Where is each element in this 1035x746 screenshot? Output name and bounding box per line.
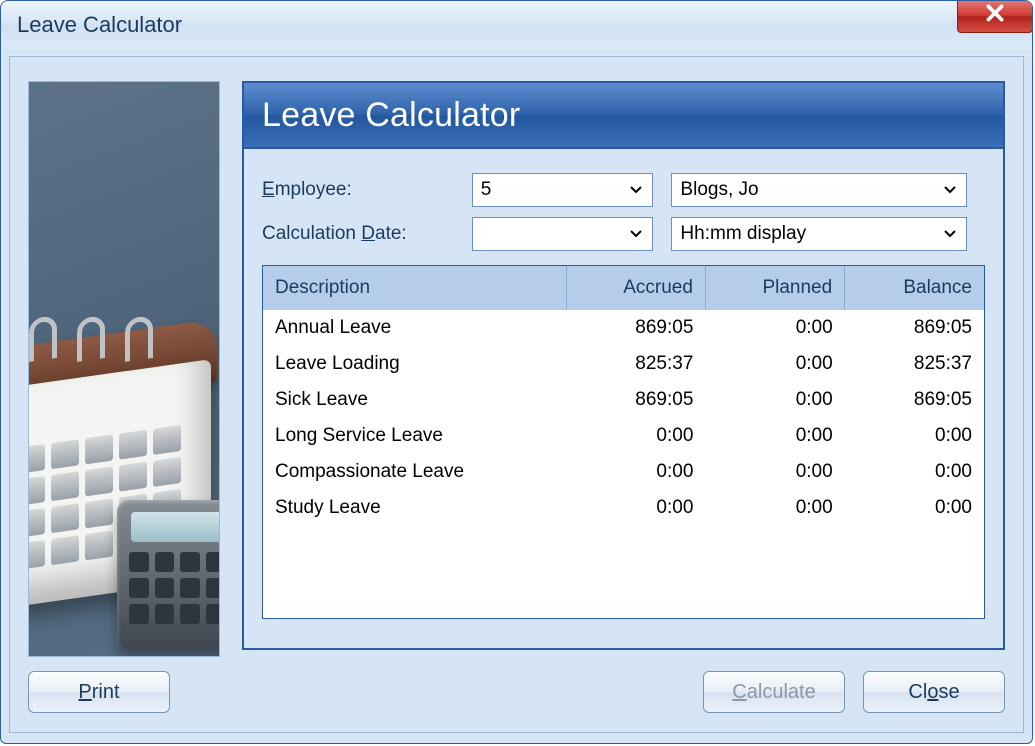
sidebar-illustration <box>28 81 220 657</box>
cell-planned: 0:00 <box>705 490 844 526</box>
cell-balance: 0:00 <box>845 454 984 490</box>
cell-planned: 0:00 <box>705 418 844 454</box>
cell-accrued: 825:37 <box>566 346 705 382</box>
cell-description: Long Service Leave <box>263 418 566 454</box>
cell-accrued: 869:05 <box>566 310 705 346</box>
display-mode-value: Hh:mm display <box>672 223 934 245</box>
table-row[interactable]: Sick Leave869:050:00869:05 <box>263 382 984 418</box>
cell-accrued: 0:00 <box>566 454 705 490</box>
cell-accrued: 869:05 <box>566 382 705 418</box>
cell-planned: 0:00 <box>705 454 844 490</box>
chevron-down-icon <box>934 174 966 206</box>
table-row[interactable]: Compassionate Leave0:000:000:00 <box>263 454 984 490</box>
cell-accrued: 0:00 <box>566 418 705 454</box>
table-row[interactable]: Study Leave0:000:000:00 <box>263 490 984 526</box>
col-balance[interactable]: Balance <box>845 266 984 310</box>
cell-description: Leave Loading <box>263 346 566 382</box>
window-close-button[interactable] <box>957 0 1033 33</box>
cell-planned: 0:00 <box>705 310 844 346</box>
calculator-icon <box>117 500 220 650</box>
cell-balance: 0:00 <box>845 418 984 454</box>
cell-description: Sick Leave <box>263 382 566 418</box>
chevron-down-icon <box>620 218 652 250</box>
panel-heading: Leave Calculator <box>244 83 1003 149</box>
cell-balance: 869:05 <box>845 310 984 346</box>
col-planned[interactable]: Planned <box>705 266 844 310</box>
print-button[interactable]: Print <box>28 671 170 713</box>
display-mode-combo[interactable]: Hh:mm display <box>671 217 967 251</box>
col-description[interactable]: Description <box>263 266 566 310</box>
row-employee: Employee: 5 Blogs, Jo <box>262 173 985 207</box>
window-title: Leave Calculator <box>17 12 182 38</box>
button-bar: Print Calculate Close <box>28 670 1005 714</box>
leave-table: Description Accrued Planned Balance Annu… <box>262 265 985 619</box>
table-row[interactable]: Annual Leave869:050:00869:05 <box>263 310 984 346</box>
calc-date-combo[interactable] <box>472 217 654 251</box>
employee-id-combo[interactable]: 5 <box>472 173 654 207</box>
close-icon <box>984 2 1006 30</box>
cell-balance: 825:37 <box>845 346 984 382</box>
panel-body: Employee: 5 Blogs, Jo <box>244 149 1003 637</box>
cell-balance: 0:00 <box>845 490 984 526</box>
window: Leave Calculator <box>0 0 1033 744</box>
employee-id-value: 5 <box>473 179 621 201</box>
cell-description: Study Leave <box>263 490 566 526</box>
table-row[interactable]: Leave Loading825:370:00825:37 <box>263 346 984 382</box>
col-accrued[interactable]: Accrued <box>566 266 705 310</box>
cell-accrued: 0:00 <box>566 490 705 526</box>
employee-name-combo[interactable]: Blogs, Jo <box>671 173 967 207</box>
close-button[interactable]: Close <box>863 671 1005 713</box>
titlebar[interactable]: Leave Calculator <box>1 1 1032 49</box>
chevron-down-icon <box>620 174 652 206</box>
cell-planned: 0:00 <box>705 382 844 418</box>
employee-name-value: Blogs, Jo <box>672 179 934 201</box>
calculate-button[interactable]: Calculate <box>703 671 845 713</box>
cell-description: Compassionate Leave <box>263 454 566 490</box>
row-calc-date: Calculation Date: Hh:mm display <box>262 217 985 251</box>
cell-balance: 869:05 <box>845 382 984 418</box>
cell-description: Annual Leave <box>263 310 566 346</box>
cell-planned: 0:00 <box>705 346 844 382</box>
calc-date-label: Calculation Date: <box>262 223 472 245</box>
table-row[interactable]: Long Service Leave0:000:000:00 <box>263 418 984 454</box>
table-empty-space <box>263 526 984 618</box>
main-panel: Leave Calculator Employee: 5 Blogs, Jo <box>242 81 1005 650</box>
table-header-row: Description Accrued Planned Balance <box>263 266 984 310</box>
chevron-down-icon <box>934 218 966 250</box>
client-area: Leave Calculator Employee: 5 Blogs, Jo <box>9 56 1024 733</box>
employee-label: Employee: <box>262 179 472 201</box>
